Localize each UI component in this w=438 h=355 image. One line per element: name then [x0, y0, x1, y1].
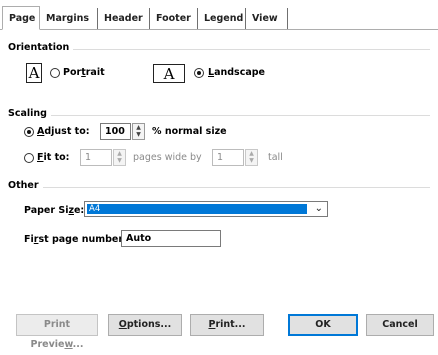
- fit-tall-input[interactable]: 1: [212, 149, 244, 166]
- cancel-button[interactable]: Cancel: [366, 314, 434, 336]
- orientation-label: Orientation: [8, 42, 74, 53]
- paper-size-label: Paper Size:: [24, 205, 85, 216]
- landscape-radio[interactable]: [194, 68, 204, 78]
- other-label: Other: [8, 180, 43, 191]
- tab-bar: Page Margins Header Footer Legend View: [0, 0, 438, 30]
- portrait-page-icon: A: [26, 63, 42, 83]
- print-preview-button[interactable]: Print Preview...: [16, 314, 98, 350]
- tab-footer[interactable]: Footer: [150, 8, 198, 29]
- landscape-page-icon: A: [153, 64, 185, 83]
- other-divider: [8, 187, 430, 188]
- fit-tall-spinner[interactable]: ▲ ▼: [245, 149, 258, 166]
- tab-margins[interactable]: Margins: [40, 8, 98, 29]
- tab-view[interactable]: View: [246, 8, 288, 29]
- scaling-group: Scaling: [8, 108, 430, 120]
- tab-legend[interactable]: Legend: [198, 8, 246, 29]
- adjust-percent-spinner[interactable]: ▲ ▼: [132, 123, 145, 140]
- portrait-radio[interactable]: [50, 68, 60, 78]
- spin-up-icon[interactable]: ▲: [133, 124, 144, 131]
- other-group: Other: [8, 180, 430, 192]
- tab-page[interactable]: Page: [2, 6, 40, 30]
- chevron-down-icon[interactable]: ⌄: [315, 203, 323, 214]
- fit-wide-spinner[interactable]: ▲ ▼: [113, 149, 126, 166]
- scaling-divider: [8, 115, 430, 116]
- paper-size-select[interactable]: A4 ⌄: [84, 201, 328, 217]
- spin-down-icon[interactable]: ▼: [246, 157, 257, 164]
- adjust-to-radio[interactable]: [24, 127, 34, 137]
- tab-bar-divider: [0, 29, 438, 30]
- first-page-number-input[interactable]: Auto: [121, 230, 221, 247]
- fit-wide-input[interactable]: 1: [80, 149, 112, 166]
- scaling-label: Scaling: [8, 108, 51, 119]
- spin-down-icon[interactable]: ▼: [114, 157, 125, 164]
- paper-size-value: A4: [87, 204, 307, 214]
- fit-to-label[interactable]: Fit to:: [37, 152, 69, 163]
- adjust-to-label[interactable]: Adjust to:: [37, 126, 90, 137]
- adjust-percent-input[interactable]: 100: [100, 123, 131, 140]
- options-button[interactable]: Options...: [108, 314, 182, 336]
- tab-header[interactable]: Header: [98, 8, 150, 29]
- print-button[interactable]: Print...: [190, 314, 264, 336]
- fit-tall-suffix-label: tall: [268, 152, 283, 163]
- spin-up-icon[interactable]: ▲: [246, 150, 257, 157]
- ok-button[interactable]: OK: [288, 314, 358, 336]
- first-page-number-label: First page number:: [24, 234, 127, 245]
- spin-up-icon[interactable]: ▲: [114, 150, 125, 157]
- portrait-label[interactable]: Portrait: [63, 67, 105, 78]
- adjust-suffix-label: % normal size: [152, 126, 227, 137]
- fit-wide-suffix-label: pages wide by: [133, 152, 202, 163]
- orientation-group: Orientation: [8, 42, 430, 54]
- spin-down-icon[interactable]: ▼: [133, 131, 144, 138]
- landscape-label[interactable]: Landscape: [208, 67, 265, 78]
- fit-to-radio[interactable]: [24, 153, 34, 163]
